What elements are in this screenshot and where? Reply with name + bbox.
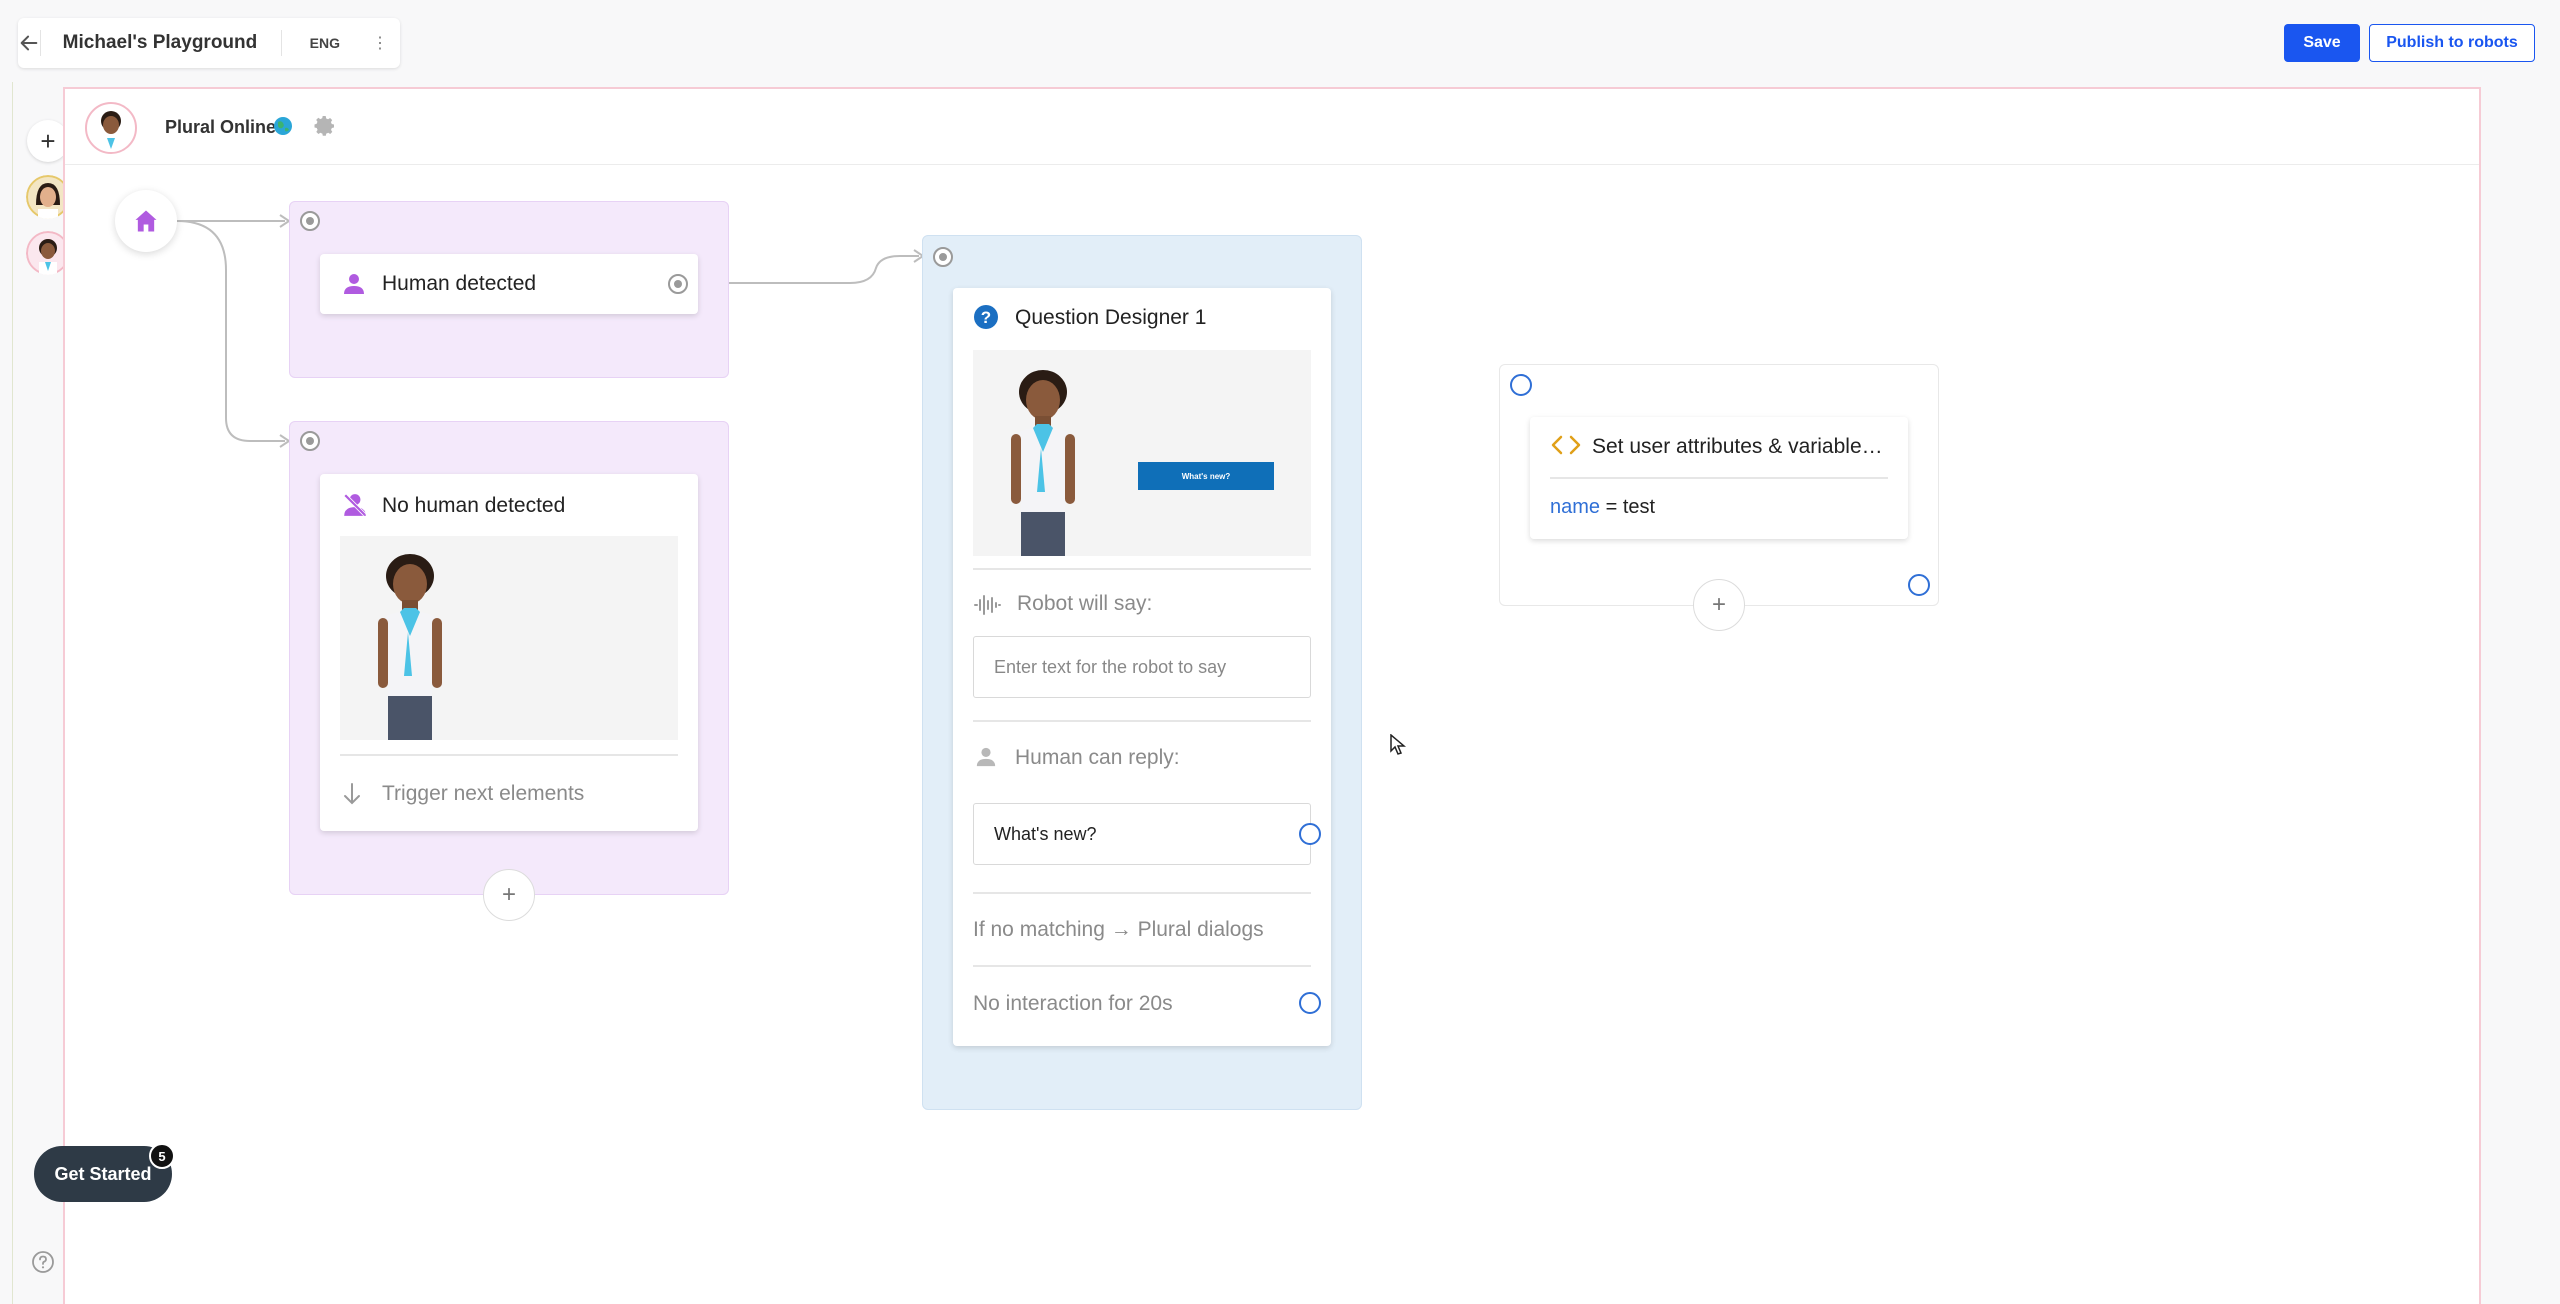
node-no-human-detected[interactable]: No human detected Trigger next elements <box>320 474 698 831</box>
attributes-group[interactable]: Set user attributes & variable… name = t… <box>1499 364 1939 631</box>
get-started-badge: 5 <box>149 1143 175 1169</box>
divider <box>973 965 1311 967</box>
divider <box>1550 477 1888 479</box>
preview-button: What's new? <box>1181 471 1231 481</box>
divider <box>973 720 1311 722</box>
input-port[interactable] <box>300 211 320 231</box>
voice-wave-icon <box>974 595 1001 615</box>
node-title: Human detected <box>382 272 537 295</box>
attribute-value: test <box>1622 496 1656 518</box>
attribute-operator: = <box>1605 496 1618 518</box>
node-set-attributes[interactable]: Set user attributes & variable… name = t… <box>1530 417 1908 539</box>
svg-text:?: ? <box>981 308 991 327</box>
attribute-assignment[interactable]: name = test <box>1550 496 1655 519</box>
question-group[interactable]: ? Question Designer 1 What's new? Robot … <box>922 235 1362 1110</box>
robot-say-input[interactable]: Enter text for the robot to say <box>973 636 1311 698</box>
no-match-label: If no matching → Plural dialogs <box>973 918 1264 941</box>
robot-say-label: Robot will say: <box>1017 592 1153 615</box>
code-brackets-icon <box>1551 435 1581 455</box>
node-question-designer[interactable]: ? Question Designer 1 What's new? Robot … <box>953 288 1331 1046</box>
divider <box>973 568 1311 570</box>
timeout-output-port[interactable] <box>1299 992 1321 1014</box>
output-port[interactable] <box>668 274 688 294</box>
robot-character-image <box>1011 370 1274 556</box>
no-interaction-label: No interaction for 20s <box>973 992 1173 1015</box>
input-port[interactable] <box>300 431 320 451</box>
add-node-button[interactable]: + <box>483 869 535 921</box>
add-node-button[interactable]: + <box>1693 579 1745 631</box>
robot-character-image <box>378 554 442 740</box>
node-title: No human detected <box>382 494 566 517</box>
human-reply-label: Human can reply: <box>1015 746 1180 769</box>
input-port[interactable] <box>1510 374 1532 396</box>
screen-preview-image: What's new? <box>973 350 1311 556</box>
help-icon[interactable] <box>31 1250 55 1274</box>
divider <box>973 892 1311 894</box>
trigger-group-human-detected[interactable]: Human detected <box>289 201 729 378</box>
robot-preview-image <box>340 536 678 740</box>
arrow-down-icon <box>344 783 360 805</box>
mouse-cursor-icon <box>1390 734 1406 755</box>
reply-option[interactable]: What's new? <box>973 803 1311 865</box>
person-icon <box>976 747 996 767</box>
node-title: Question Designer 1 <box>1015 306 1207 329</box>
home-icon <box>135 210 157 232</box>
node-title: Set user attributes & variable… <box>1592 435 1883 458</box>
trigger-group-no-human[interactable]: No human detected Trigger next elements … <box>289 421 729 921</box>
output-port[interactable] <box>1908 574 1930 596</box>
person-icon <box>344 274 364 294</box>
start-node[interactable] <box>115 190 177 252</box>
person-off-icon <box>343 493 367 517</box>
divider <box>340 754 678 756</box>
node-human-detected[interactable]: Human detected <box>320 254 698 314</box>
trigger-next-label: Trigger next elements <box>382 782 585 805</box>
attribute-name: name <box>1550 496 1601 518</box>
reply-output-port[interactable] <box>1299 823 1321 845</box>
input-port[interactable] <box>933 247 953 267</box>
question-icon: ? <box>974 305 998 329</box>
